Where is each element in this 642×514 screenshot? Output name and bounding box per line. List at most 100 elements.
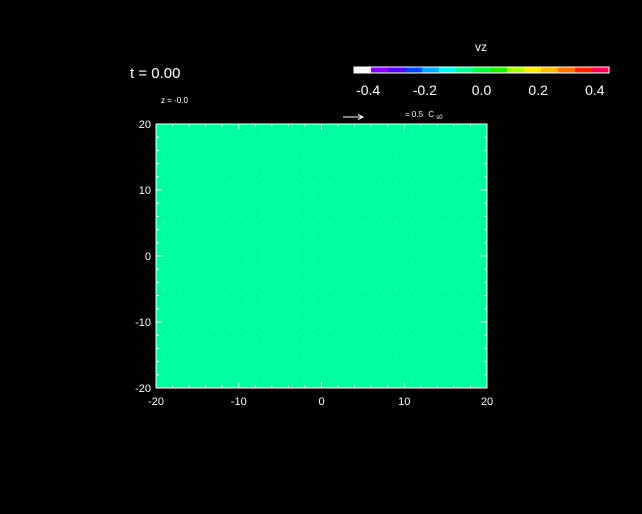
vector-dot	[362, 209, 364, 211]
colorbar-segment	[507, 67, 525, 73]
vector-dot	[230, 196, 231, 198]
vector-dot	[163, 288, 165, 290]
vector-dot	[279, 301, 281, 303]
vector-dot	[196, 130, 198, 132]
vector-dot	[230, 143, 231, 145]
vector-dot	[230, 354, 231, 356]
vector-dot	[345, 156, 347, 158]
vector-dot	[196, 301, 198, 303]
vector-dot	[246, 130, 248, 132]
vector-dot	[296, 156, 298, 158]
vector-dot	[163, 196, 165, 198]
vector-dot	[279, 367, 281, 369]
vector-dot	[461, 156, 463, 158]
vector-dot	[378, 262, 380, 264]
vector-dot	[362, 314, 364, 316]
vector-dot	[213, 380, 215, 382]
vector-dot	[378, 156, 380, 158]
vector-dot	[279, 341, 281, 343]
vector-dot	[378, 314, 380, 316]
vector-dot	[461, 209, 463, 211]
vector-dot	[345, 328, 347, 330]
colorbar-segment	[558, 67, 576, 73]
vector-dot	[263, 169, 265, 171]
vector-dot	[246, 341, 248, 343]
vector-dot	[345, 130, 347, 132]
vector-dot	[296, 209, 298, 211]
vector-dot	[213, 156, 215, 158]
vector-dot	[395, 235, 397, 237]
vector-dot	[312, 143, 314, 145]
vector-dot	[362, 169, 364, 171]
vector-dot	[378, 275, 380, 277]
vector-dot	[428, 262, 430, 264]
vector-dot	[345, 275, 347, 277]
colorbar-segment	[371, 67, 389, 73]
vector-dot	[461, 235, 463, 237]
vector-dot	[395, 288, 397, 290]
vector-dot	[263, 156, 265, 158]
vector-dot	[478, 328, 480, 330]
colorbar-title: vz	[475, 40, 487, 54]
vector-dot	[362, 182, 364, 184]
vector-dot	[180, 209, 182, 211]
vector-dot	[246, 275, 248, 277]
vector-dot	[412, 169, 413, 171]
vector-dot	[180, 182, 182, 184]
vector-dot	[263, 235, 265, 237]
vector-dot	[428, 196, 430, 198]
vector-dot	[196, 314, 198, 316]
vector-dot	[329, 209, 331, 211]
y-tick-label: -10	[135, 317, 151, 329]
vector-dot	[428, 367, 430, 369]
y-tick-label: 0	[145, 251, 151, 263]
vector-dot	[246, 196, 248, 198]
vector-dot	[445, 380, 447, 382]
vector-dot	[329, 288, 331, 290]
vector-dot	[163, 354, 165, 356]
vector-legend-value: = 0.5	[405, 110, 424, 119]
vector-dot	[478, 288, 480, 290]
vector-dot	[395, 143, 397, 145]
vector-dot	[378, 367, 380, 369]
vector-dot	[263, 380, 265, 382]
vector-dot	[378, 222, 380, 224]
vector-dot	[329, 235, 331, 237]
vector-dot	[163, 262, 165, 264]
vector-dot	[329, 341, 331, 343]
vector-dot	[378, 380, 380, 382]
vector-dot	[428, 314, 430, 316]
vector-dot	[378, 169, 380, 171]
vector-dot	[163, 222, 165, 224]
vector-dot	[230, 341, 231, 343]
vector-dot	[345, 248, 347, 250]
vector-dot	[378, 130, 380, 132]
vector-dot	[362, 341, 364, 343]
vector-dot	[296, 314, 298, 316]
vector-dot	[263, 222, 265, 224]
vector-dot	[312, 182, 314, 184]
vector-dot	[461, 367, 463, 369]
vector-dot	[362, 275, 364, 277]
vector-dot	[329, 156, 331, 158]
vector-dot	[263, 196, 265, 198]
vector-dot	[445, 209, 447, 211]
vector-dot	[412, 354, 413, 356]
vector-dot	[163, 169, 165, 171]
vector-dot	[296, 328, 298, 330]
vector-dot	[478, 248, 480, 250]
vector-dot	[345, 367, 347, 369]
vector-dot	[445, 262, 447, 264]
vector-dot	[279, 262, 281, 264]
vector-dot	[312, 354, 314, 356]
vector-dot	[345, 380, 347, 382]
vector-dot	[230, 275, 231, 277]
vector-dot	[296, 367, 298, 369]
vector-dot	[213, 248, 215, 250]
vector-dot	[412, 182, 413, 184]
vector-dot	[196, 169, 198, 171]
vector-dot	[312, 328, 314, 330]
vector-dot	[345, 314, 347, 316]
vector-dot	[412, 262, 413, 264]
vector-dot	[362, 222, 364, 224]
